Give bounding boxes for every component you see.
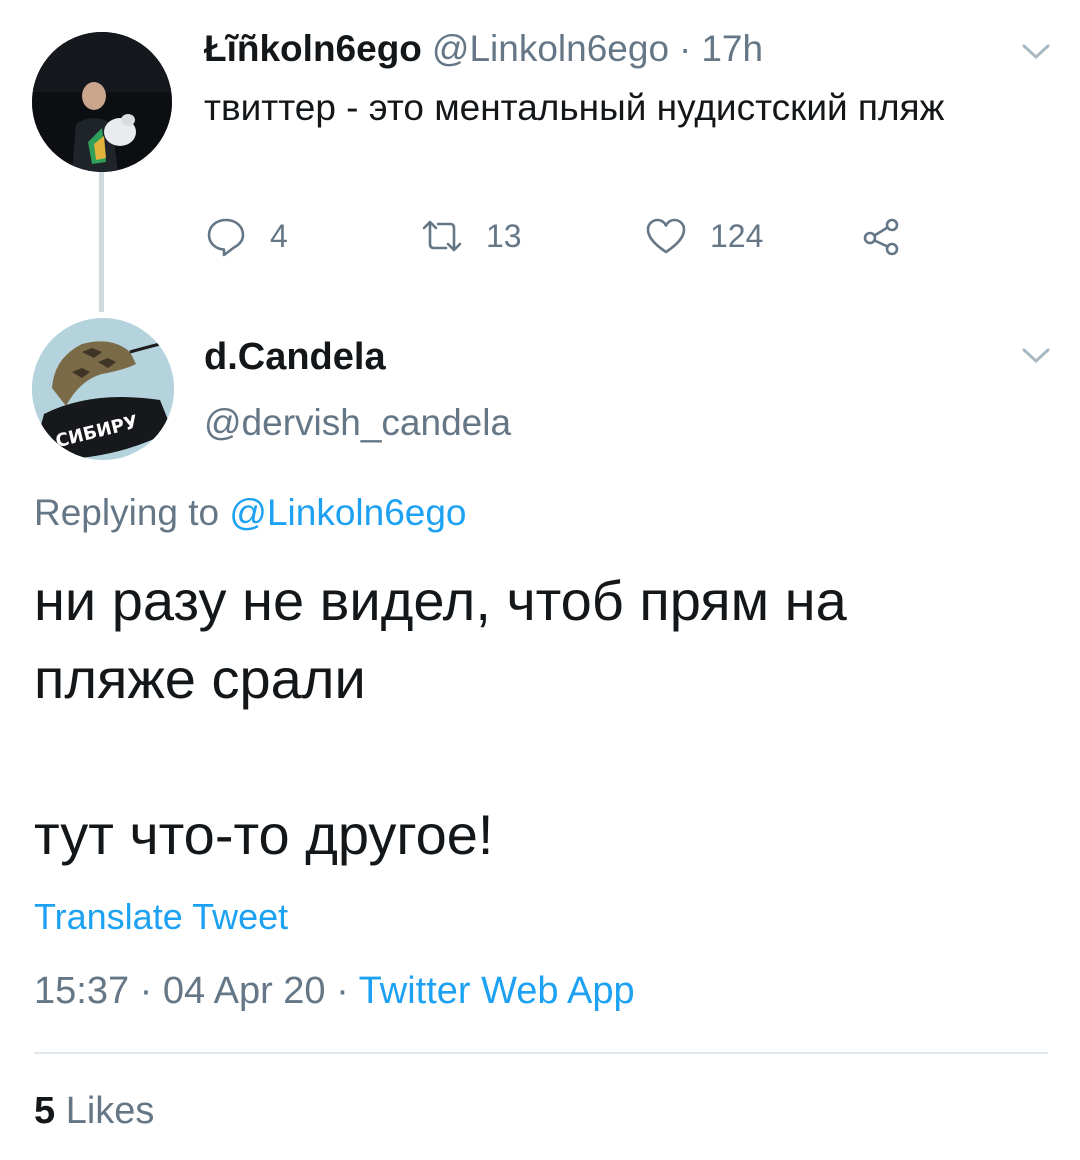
replying-to-label: Replying to	[34, 492, 220, 533]
tweet-date: 04 Apr 20	[162, 970, 326, 1012]
thread-connector-line	[99, 172, 104, 312]
parent-avatar-image	[32, 32, 172, 172]
likes-label: Likes	[65, 1090, 155, 1132]
tweet-meta: 15:37 · 04 Apr 20 · Twitter Web App	[34, 970, 635, 1013]
parent-action-bar: 4 13 124	[204, 208, 924, 264]
tweet-source-link[interactable]: Twitter Web App	[359, 970, 635, 1012]
parent-avatar[interactable]	[32, 32, 172, 172]
parent-time-ago[interactable]: 17h	[701, 28, 763, 70]
meta-separator: ·	[336, 970, 359, 1012]
header-separator: ·	[679, 28, 692, 69]
tweet-time: 15:37	[34, 970, 130, 1012]
reply-tweet-text: ни разу не видел, чтоб прям на пляже сра…	[34, 569, 847, 866]
reply-count: 4	[270, 217, 288, 254]
reply-display-name[interactable]: d.Candela	[204, 336, 386, 379]
like-button[interactable]: 124	[644, 208, 763, 264]
reply-more-button[interactable]	[1016, 340, 1056, 375]
share-icon	[863, 218, 899, 256]
reply-button[interactable]: 4	[204, 208, 288, 264]
reply-avatar-image: СИБИРУ	[32, 318, 174, 460]
divider	[34, 1052, 1048, 1054]
reply-avatar[interactable]: СИБИРУ	[32, 318, 174, 460]
retweet-button[interactable]: 13	[420, 208, 522, 264]
share-button[interactable]	[860, 208, 904, 264]
likes-summary[interactable]: 5 Likes	[34, 1090, 154, 1133]
parent-display-name[interactable]: Łĩñkoln6ego	[204, 28, 422, 70]
meta-separator: ·	[139, 970, 163, 1012]
chevron-down-icon	[1022, 44, 1050, 59]
parent-tweet-text: твиттер - это ментальный нудистский пляж	[204, 87, 945, 128]
heart-icon	[646, 218, 686, 254]
parent-handle[interactable]: @Linkoln6ego	[432, 28, 669, 70]
replying-to: Replying to @Linkoln6ego	[34, 492, 467, 534]
speech-bubble-icon	[207, 218, 245, 257]
chevron-down-icon	[1022, 348, 1050, 363]
translate-tweet-link[interactable]: Translate Tweet	[34, 896, 288, 938]
replying-to-handle-link[interactable]: @Linkoln6ego	[229, 492, 466, 533]
parent-more-button[interactable]	[1016, 36, 1056, 71]
likes-count: 5	[34, 1090, 56, 1132]
retweet-icon	[422, 220, 462, 252]
like-count: 124	[710, 217, 764, 254]
reply-handle[interactable]: @dervish_candela	[204, 402, 511, 444]
retweet-count: 13	[486, 217, 522, 254]
parent-tweet-header: Łĩñkoln6ego @Linkoln6ego · 17h	[204, 24, 763, 74]
